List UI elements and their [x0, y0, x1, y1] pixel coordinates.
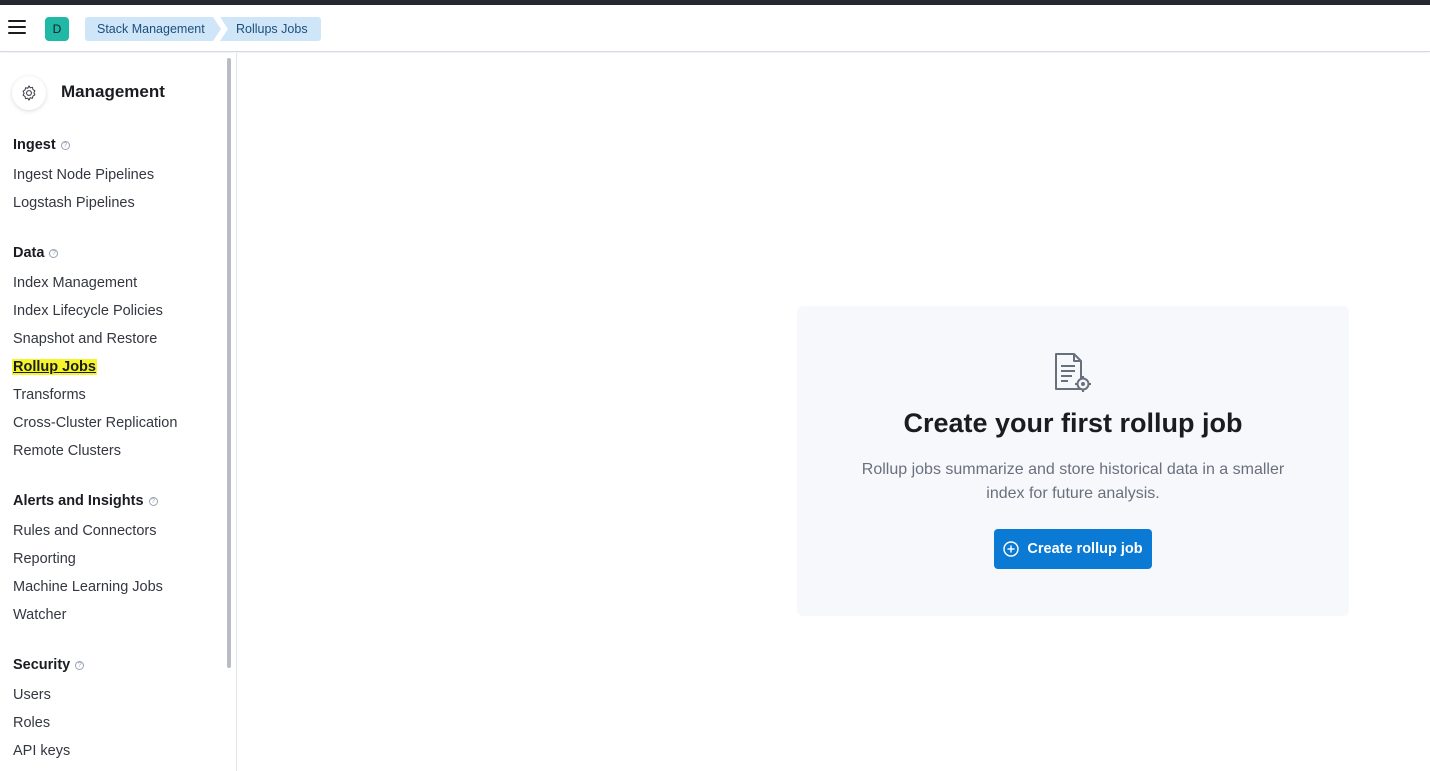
- breadcrumb-stack-management[interactable]: Stack Management: [85, 17, 221, 41]
- create-rollup-job-label: Create rollup job: [1027, 541, 1143, 557]
- help-icon[interactable]: ?: [148, 497, 158, 506]
- create-rollup-job-button[interactable]: Create rollup job: [994, 529, 1152, 569]
- sidebar-item-rollup-jobs[interactable]: Rollup Jobs: [12, 359, 97, 375]
- sidebar-scrollbar[interactable]: [227, 58, 231, 668]
- group-label: Ingest: [13, 137, 56, 153]
- sidebar-item-watcher[interactable]: Watcher: [13, 607, 66, 623]
- sidebar-item-reporting[interactable]: Reporting: [13, 551, 76, 567]
- sidebar-item-ingest-node-pipelines[interactable]: Ingest Node Pipelines: [13, 167, 154, 183]
- empty-state-description: Rollup jobs summarize and store historic…: [861, 461, 1285, 502]
- breadcrumb-rollup-jobs: Rollups Jobs: [220, 17, 321, 41]
- help-icon[interactable]: ?: [75, 661, 85, 670]
- sidebar-title: Management: [61, 82, 165, 101]
- group-title-data: Data?: [13, 245, 59, 261]
- sidebar-item-users[interactable]: Users: [13, 687, 51, 703]
- empty-state-panel: Create your first rollup job Rollup jobs…: [797, 306, 1349, 616]
- sidebar-item-index-management[interactable]: Index Management: [13, 275, 137, 291]
- help-icon[interactable]: ?: [49, 249, 59, 258]
- sidebar-item-roles[interactable]: Roles: [13, 715, 50, 731]
- plus-circle-icon: [1003, 541, 1020, 557]
- group-title-security: Security?: [13, 657, 85, 673]
- group-label: Alerts and Insights: [13, 493, 144, 509]
- group-title-ingest: Ingest?: [13, 137, 70, 153]
- group-title-alerts-and-insights: Alerts and Insights?: [13, 493, 158, 509]
- help-icon[interactable]: ?: [60, 141, 70, 150]
- sidebar-item-logstash-pipelines[interactable]: Logstash Pipelines: [13, 195, 135, 211]
- group-label: Security: [13, 657, 71, 673]
- sidebar-item-remote-clusters[interactable]: Remote Clusters: [13, 443, 121, 459]
- sidebar-item-transforms[interactable]: Transforms: [13, 387, 86, 403]
- sidebar-item-api-keys[interactable]: API keys: [13, 743, 70, 759]
- sidebar-item-index-lifecycle-policies[interactable]: Index Lifecycle Policies: [13, 303, 163, 319]
- gear-icon: [12, 76, 46, 110]
- sidebar: Management Ingest? Ingest Node Pipelines…: [0, 53, 237, 771]
- menu-icon[interactable]: [8, 20, 26, 36]
- sidebar-item-rules-and-connectors[interactable]: Rules and Connectors: [13, 523, 156, 539]
- group-label: Data: [13, 245, 45, 261]
- header-bar: D Stack Management Rollups Jobs: [0, 5, 1430, 52]
- space-avatar[interactable]: D: [45, 17, 69, 41]
- empty-state-title: Create your first rollup job: [903, 408, 1243, 438]
- sidebar-item-snapshot-and-restore[interactable]: Snapshot and Restore: [13, 331, 157, 347]
- sidebar-item-cross-cluster-replication[interactable]: Cross-Cluster Replication: [13, 415, 177, 431]
- sidebar-item-machine-learning-jobs[interactable]: Machine Learning Jobs: [13, 579, 163, 595]
- document-gear-icon: [1050, 351, 1094, 395]
